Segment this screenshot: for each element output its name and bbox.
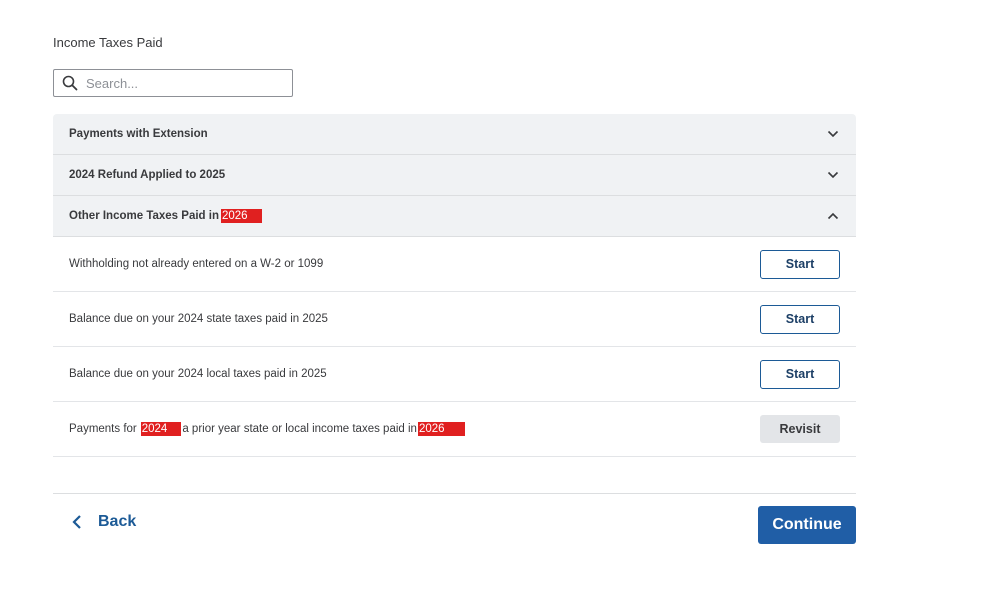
revisit-button[interactable]: Revisit bbox=[760, 415, 840, 443]
list-item-withholding: Withholding not already entered on a W-2… bbox=[53, 237, 856, 292]
back-button[interactable]: Back bbox=[70, 513, 136, 531]
search-box[interactable] bbox=[53, 69, 293, 97]
section-refund-applied[interactable]: 2024 Refund Applied to 2025 bbox=[53, 155, 856, 196]
row-label: Balance due on your 2024 state taxes pai… bbox=[69, 313, 328, 325]
section-label: Other Income Taxes Paid in bbox=[69, 210, 219, 222]
continue-button[interactable]: Continue bbox=[758, 506, 856, 544]
start-button[interactable]: Start bbox=[760, 359, 840, 389]
row-label: Payments for 2024 a prior year state or … bbox=[69, 422, 466, 436]
chevron-left-icon bbox=[70, 514, 84, 530]
search-icon bbox=[62, 75, 78, 91]
row-label: Balance due on your 2024 local taxes pai… bbox=[69, 368, 327, 380]
list-item-state-balance: Balance due on your 2024 state taxes pai… bbox=[53, 292, 856, 347]
search-input[interactable] bbox=[84, 74, 278, 92]
page-title: Income Taxes Paid bbox=[53, 35, 163, 50]
redacted-year: 2026 bbox=[220, 209, 262, 223]
section-label-wrapper: Other Income Taxes Paid in 2026 bbox=[69, 209, 262, 223]
chevron-up-icon[interactable] bbox=[827, 210, 839, 222]
section-other-income-taxes-paid[interactable]: Other Income Taxes Paid in 2026 bbox=[53, 196, 856, 237]
list-item-prior-year-payments: Payments for 2024 a prior year state or … bbox=[53, 402, 856, 457]
row-label: Withholding not already entered on a W-2… bbox=[69, 258, 324, 270]
redacted-year: 2026 bbox=[417, 422, 465, 436]
start-button[interactable]: Start bbox=[760, 304, 840, 334]
back-label: Back bbox=[98, 513, 137, 530]
section-label: 2024 Refund Applied to 2025 bbox=[69, 169, 226, 181]
section-label: Payments with Extension bbox=[69, 128, 208, 140]
income-taxes-accordion: Payments with Extension 2024 Refund Appl… bbox=[53, 114, 856, 457]
footer-divider bbox=[53, 493, 856, 494]
list-item-local-balance: Balance due on your 2024 local taxes pai… bbox=[53, 347, 856, 402]
chevron-down-icon[interactable] bbox=[827, 169, 839, 181]
redacted-year: 2024 bbox=[140, 422, 182, 436]
section-payments-with-extension[interactable]: Payments with Extension bbox=[53, 114, 856, 155]
chevron-down-icon[interactable] bbox=[827, 128, 839, 140]
row-label-middle: a prior year state or local income taxes… bbox=[182, 423, 417, 435]
row-label-prefix: Payments for bbox=[69, 423, 137, 435]
start-button[interactable]: Start bbox=[760, 249, 840, 279]
